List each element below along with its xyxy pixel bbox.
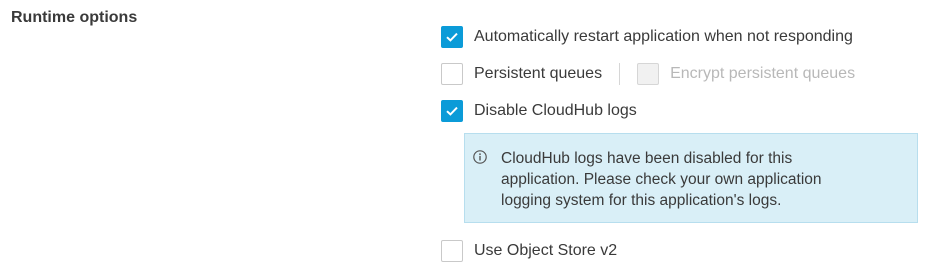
auto-restart-checkbox[interactable] (441, 26, 463, 48)
option-divider (619, 63, 621, 85)
info-circle-icon (473, 150, 487, 164)
disable-cloudhub-logs-checkbox[interactable] (441, 100, 463, 122)
checkmark-icon (446, 106, 458, 116)
checkmark-icon (446, 32, 458, 42)
option-object-store-v2[interactable]: Use Object Store v2 (441, 239, 617, 263)
cloudhub-logs-info-message: CloudHub logs have been disabled for thi… (464, 133, 918, 223)
encrypt-persistent-queues-label: Encrypt persistent queues (670, 65, 856, 82)
persistent-queues-checkbox[interactable] (441, 63, 463, 85)
section-title: Runtime options (11, 9, 138, 26)
persistent-queues-label[interactable]: Persistent queues (474, 65, 602, 83)
disable-cloudhub-logs-label[interactable]: Disable CloudHub logs (474, 102, 637, 120)
info-message-text: CloudHub logs have been disabled for thi… (501, 150, 822, 209)
option-row-queues: Persistent queues Encrypt persistent que… (441, 62, 855, 86)
option-auto-restart[interactable]: Automatically restart application when n… (441, 25, 853, 49)
encrypt-persistent-queues-checkbox (637, 63, 660, 85)
option-disable-cloudhub-logs[interactable]: Disable CloudHub logs (441, 99, 637, 123)
object-store-v2-checkbox[interactable] (441, 240, 463, 262)
object-store-v2-label[interactable]: Use Object Store v2 (474, 242, 617, 260)
auto-restart-label[interactable]: Automatically restart application when n… (474, 28, 853, 46)
